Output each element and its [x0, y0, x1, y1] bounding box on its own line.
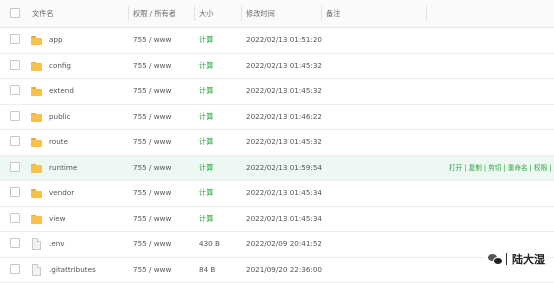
folder-icon — [31, 207, 43, 232]
row-checkbox[interactable] — [10, 232, 30, 257]
file-permission[interactable]: 755 / www — [133, 232, 171, 257]
file-icon — [31, 232, 43, 257]
file-permission[interactable]: 755 / www — [133, 156, 171, 181]
column-divider — [194, 6, 195, 21]
row-checkbox[interactable] — [10, 181, 30, 206]
column-divider — [241, 6, 242, 21]
row-checkbox[interactable] — [10, 28, 30, 53]
calculate-size-link[interactable]: 计算 — [199, 156, 213, 181]
file-row[interactable]: .gitattributes 755 / www 84 B 2021/09/20… — [0, 258, 554, 283]
row-checkbox[interactable] — [10, 79, 30, 104]
file-permission[interactable]: 755 / www — [133, 79, 171, 104]
file-row[interactable]: public 755 / www 计算 2022/02/13 01:46:22 — [0, 105, 554, 131]
folder-icon — [31, 105, 43, 130]
table-header: 文件名 权限 / 所有者 大小 修改时间 备注 — [0, 0, 554, 28]
file-permission[interactable]: 755 / www — [133, 130, 171, 155]
select-all-checkbox[interactable] — [10, 0, 30, 27]
file-name[interactable]: route — [49, 130, 68, 155]
file-name[interactable]: runtime — [49, 156, 77, 181]
row-action-links[interactable]: 打开 | 复制 | 剪切 | 重命名 | 权限 | 压 — [449, 156, 554, 181]
file-name[interactable]: extend — [49, 79, 74, 104]
calculate-size-link[interactable]: 计算 — [199, 54, 213, 79]
file-row-hovered[interactable]: runtime 755 / www 计算 2022/02/13 01:59:54… — [0, 156, 554, 182]
column-header-size[interactable]: 大小 — [199, 0, 213, 27]
file-icon — [31, 258, 43, 283]
calculate-size-link[interactable]: 计算 — [199, 105, 213, 130]
file-name[interactable]: .env — [49, 232, 65, 257]
file-modified-time: 2022/02/13 01:45:34 — [246, 181, 322, 206]
file-modified-time: 2022/02/13 01:45:32 — [246, 54, 322, 79]
file-modified-time: 2022/02/09 20:41:52 — [246, 232, 322, 257]
column-header-name[interactable]: 文件名 — [32, 0, 54, 27]
folder-icon — [31, 181, 43, 206]
calculate-size-link[interactable]: 计算 — [199, 79, 213, 104]
file-row[interactable]: route 755 / www 计算 2022/02/13 01:45:32 — [0, 130, 554, 156]
row-checkbox[interactable] — [10, 105, 30, 130]
file-modified-time: 2022/02/13 01:59:54 — [246, 156, 322, 181]
watermark-divider — [506, 253, 507, 265]
row-checkbox[interactable] — [10, 207, 30, 232]
file-permission[interactable]: 755 / www — [133, 28, 171, 53]
row-checkbox[interactable] — [10, 258, 30, 283]
column-header-remark[interactable]: 备注 — [326, 0, 340, 27]
file-name[interactable]: vendor — [49, 181, 74, 206]
row-checkbox[interactable] — [10, 130, 30, 155]
file-name[interactable]: public — [49, 105, 71, 130]
file-row[interactable]: .env 755 / www 430 B 2022/02/09 20:41:52 — [0, 232, 554, 258]
file-permission[interactable]: 755 / www — [133, 54, 171, 79]
file-permission[interactable]: 755 / www — [133, 181, 171, 206]
column-header-modified[interactable]: 修改时间 — [246, 0, 275, 27]
file-modified-time: 2022/02/13 01:46:22 — [246, 105, 322, 130]
file-row[interactable]: vendor 755 / www 计算 2022/02/13 01:45:34 — [0, 181, 554, 207]
folder-icon — [31, 130, 43, 155]
wechat-icon — [488, 253, 502, 265]
file-permission[interactable]: 755 / www — [133, 105, 171, 130]
file-size: 430 B — [199, 232, 220, 257]
file-table: 文件名 权限 / 所有者 大小 修改时间 备注 app 755 / www 计算… — [0, 0, 554, 283]
file-permission[interactable]: 755 / www — [133, 207, 171, 232]
file-row[interactable]: extend 755 / www 计算 2022/02/13 01:45:32 — [0, 79, 554, 105]
folder-icon — [31, 28, 43, 53]
calculate-size-link[interactable]: 计算 — [199, 28, 213, 53]
column-divider — [128, 6, 129, 21]
watermark: 陆大湿 — [485, 251, 548, 267]
file-name[interactable]: .gitattributes — [49, 258, 96, 283]
calculate-size-link[interactable]: 计算 — [199, 207, 213, 232]
file-name[interactable]: app — [49, 28, 63, 53]
column-divider — [321, 6, 322, 21]
file-modified-time: 2022/02/13 01:45:32 — [246, 130, 322, 155]
row-checkbox[interactable] — [10, 156, 30, 181]
calculate-size-link[interactable]: 计算 — [199, 130, 213, 155]
file-row[interactable]: config 755 / www 计算 2022/02/13 01:45:32 — [0, 54, 554, 80]
folder-icon — [31, 54, 43, 79]
row-checkbox[interactable] — [10, 54, 30, 79]
file-size: 84 B — [199, 258, 215, 283]
file-modified-time: 2022/02/13 01:51:20 — [246, 28, 322, 53]
calculate-size-link[interactable]: 计算 — [199, 181, 213, 206]
file-row[interactable]: view 755 / www 计算 2022/02/13 01:45:34 — [0, 207, 554, 233]
file-name[interactable]: view — [49, 207, 66, 232]
folder-icon — [31, 156, 43, 181]
column-header-permission[interactable]: 权限 / 所有者 — [133, 0, 176, 27]
file-modified-time: 2022/02/13 01:45:34 — [246, 207, 322, 232]
folder-icon — [31, 79, 43, 104]
column-divider — [426, 6, 427, 21]
file-row[interactable]: app 755 / www 计算 2022/02/13 01:51:20 — [0, 28, 554, 54]
file-modified-time: 2022/02/13 01:45:32 — [246, 79, 322, 104]
file-name[interactable]: config — [49, 54, 71, 79]
watermark-text: 陆大湿 — [512, 251, 545, 267]
file-modified-time: 2021/09/20 22:36:00 — [246, 258, 322, 283]
file-permission[interactable]: 755 / www — [133, 258, 171, 283]
